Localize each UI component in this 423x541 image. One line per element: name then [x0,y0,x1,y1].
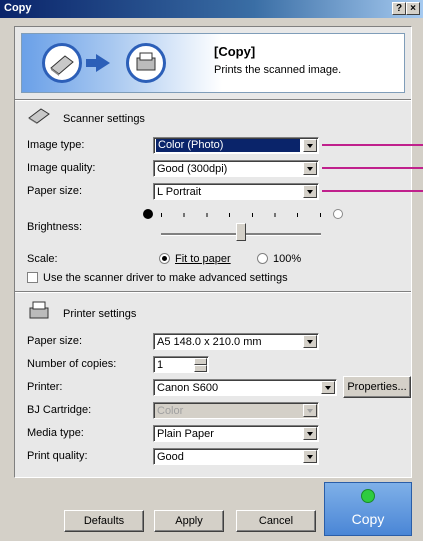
chevron-down-icon[interactable] [303,427,317,440]
banner-title: [Copy] [214,44,256,59]
fit-to-paper-radio[interactable] [159,253,170,264]
copies-label: Number of copies: [27,358,117,370]
scanner-section-icon [27,105,51,125]
fit-to-paper-label[interactable]: Fit to paper [175,253,231,265]
separator [15,99,411,101]
cartridge-select: Color [153,402,319,419]
scanner-paper-size-select[interactable]: L Portrait [153,183,319,200]
copies-stepper[interactable]: 1 [153,356,209,373]
cancel-button[interactable]: Cancel [236,510,316,532]
copy-button-label: Copy [351,511,385,527]
slider-thumb[interactable] [236,223,246,241]
image-quality-select[interactable]: Good (300dpi) [153,160,319,177]
printer-paper-size-value: A5 148.0 x 210.0 mm [157,336,262,348]
stepper-up-icon[interactable] [194,358,207,365]
cartridge-label: BJ Cartridge: [27,404,92,416]
callout-line [322,190,423,192]
properties-button[interactable]: Properties... [343,376,411,398]
callout-line [322,144,423,146]
media-type-value: Plain Paper [157,428,214,440]
image-type-label: Image type: [27,139,85,151]
scale-100-label[interactable]: 100% [273,253,301,265]
printer-paper-size-select[interactable]: A5 148.0 x 210.0 mm [153,333,319,350]
title-bar: Copy ? × [0,0,423,18]
printer-select[interactable]: Canon S600 [153,379,337,396]
separator [15,291,411,293]
image-quality-value: Good (300dpi) [157,163,228,175]
brightness-label: Brightness: [27,221,83,233]
image-quality-label: Image quality: [27,162,96,174]
printer-label: Printer: [27,381,63,393]
stepper-down-icon[interactable] [194,365,207,372]
window-title: Copy [4,2,32,14]
chevron-down-icon[interactable] [303,162,317,175]
banner: [Copy] Prints the scanned image. [21,33,405,93]
chevron-down-icon[interactable] [303,335,317,348]
start-icon [361,489,375,503]
scanner-settings-heading: Scanner settings [63,113,145,125]
scale-100-radio[interactable] [257,253,268,264]
chevron-down-icon[interactable] [303,139,317,152]
slider-ticks [161,213,321,217]
chevron-down-icon[interactable] [303,450,317,463]
help-button[interactable]: ? [392,2,406,15]
brightness-light-icon [333,209,343,219]
image-type-select[interactable]: Color (Photo) [153,137,319,154]
scanner-icon [42,43,82,83]
cartridge-value: Color [157,405,184,417]
apply-button[interactable]: Apply [154,510,224,532]
scanner-driver-checkbox[interactable] [27,272,38,283]
banner-description: Prints the scanned image. [214,64,342,76]
brightness-slider[interactable] [161,207,321,247]
settings-panel: [Copy] Prints the scanned image. Scanner… [14,26,412,478]
copies-value: 1 [157,359,164,371]
chevron-down-icon[interactable] [303,185,317,198]
print-quality-select[interactable]: Good [153,448,319,465]
arrow-icon [96,54,110,72]
callout-line [322,167,423,169]
print-quality-label: Print quality: [27,450,88,462]
media-type-select[interactable]: Plain Paper [153,425,319,442]
image-type-value: Color (Photo) [156,139,300,152]
defaults-button[interactable]: Defaults [64,510,144,532]
chevron-down-icon[interactable] [321,381,335,394]
printer-icon [126,43,166,83]
chevron-down-icon [303,404,317,417]
printer-value: Canon S600 [157,382,219,394]
printer-section-icon [27,299,51,321]
copy-button[interactable]: Copy [324,482,412,536]
scale-label: Scale: [27,253,58,265]
scanner-paper-size-label: Paper size: [27,185,83,197]
printer-settings-heading: Printer settings [63,308,137,320]
print-quality-value: Good [157,451,184,463]
brightness-dark-icon [143,209,153,219]
scanner-driver-label[interactable]: Use the scanner driver to make advanced … [43,272,288,284]
media-type-label: Media type: [27,427,84,439]
printer-paper-size-label: Paper size: [27,335,83,347]
scanner-paper-size-value: L Portrait [157,186,202,198]
close-button[interactable]: × [406,2,420,15]
